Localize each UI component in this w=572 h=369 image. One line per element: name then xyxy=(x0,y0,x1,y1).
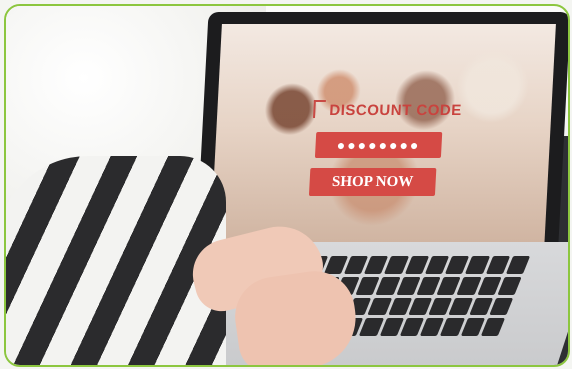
laptop-lid: DISCOUNT CODE ●●●●●●●● SHOP NOW xyxy=(195,12,568,262)
laptop-screen: DISCOUNT CODE ●●●●●●●● SHOP NOW xyxy=(210,24,556,248)
discount-code-label: DISCOUNT CODE xyxy=(328,102,463,119)
striped-sleeve xyxy=(6,156,226,365)
discount-code-input[interactable]: ●●●●●●●● xyxy=(314,132,443,158)
pin-icon xyxy=(312,100,326,118)
photo-frame: DISCOUNT CODE ●●●●●●●● SHOP NOW xyxy=(4,4,570,367)
shop-now-button[interactable]: SHOP NOW xyxy=(308,168,437,196)
